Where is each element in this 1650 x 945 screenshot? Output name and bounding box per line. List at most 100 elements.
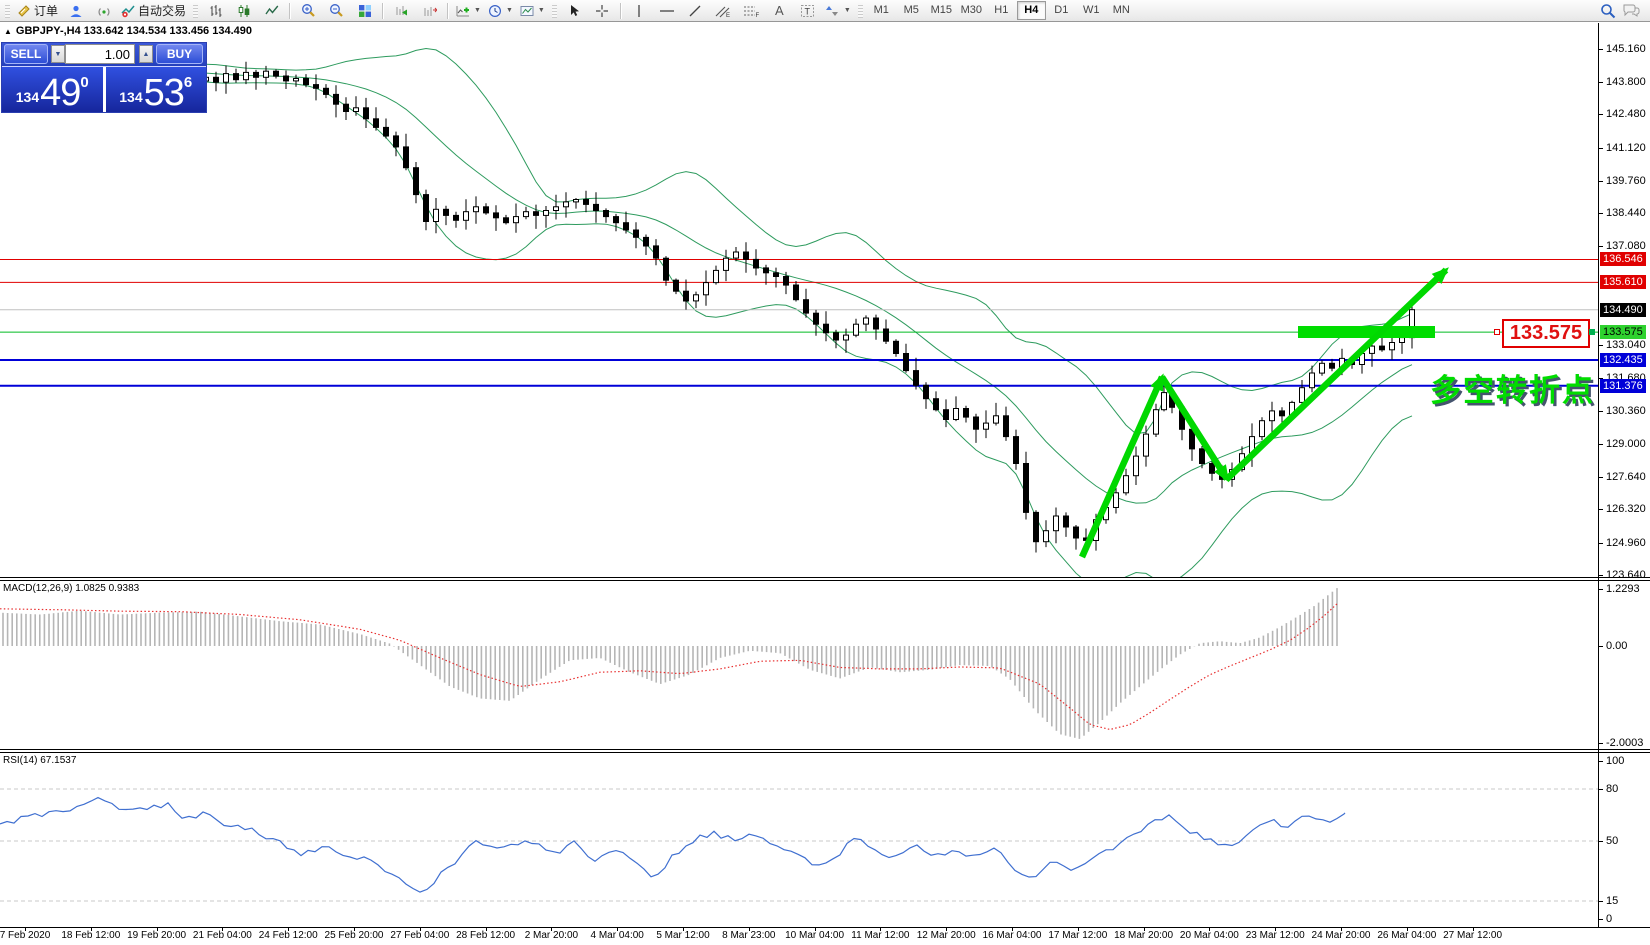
- zoom-in-button[interactable]: [295, 0, 322, 21]
- text-label-tool-button[interactable]: T: [794, 0, 821, 21]
- timeframe-W1[interactable]: W1: [1077, 1, 1106, 20]
- buy-price-box[interactable]: 134 53 6: [106, 67, 207, 112]
- timeframe-H4[interactable]: H4: [1017, 1, 1046, 20]
- signal-button[interactable]: [90, 0, 117, 21]
- toolbar-grip[interactable]: [5, 3, 10, 18]
- zoom-out-button[interactable]: [323, 0, 350, 21]
- pane-separator[interactable]: [0, 752, 1650, 753]
- time-label: 18 Mar 20:00: [1114, 930, 1173, 941]
- trendline-tool-button[interactable]: [682, 0, 709, 21]
- dropdown-caret-icon: ▼: [474, 7, 481, 14]
- crosshair-icon: [595, 4, 609, 18]
- periods-button[interactable]: ▼: [485, 0, 516, 21]
- autoscroll-button[interactable]: [388, 0, 415, 21]
- price-tick-mark: [1598, 411, 1603, 412]
- channel-tool-button[interactable]: E: [710, 0, 737, 21]
- price-tick-mark: [1598, 82, 1603, 83]
- timeframe-M30[interactable]: M30: [957, 1, 986, 20]
- annotation-text-cn[interactable]: 多空转折点: [1430, 365, 1595, 410]
- timeframe-MN[interactable]: MN: [1107, 1, 1136, 20]
- vline-tool-button[interactable]: [626, 0, 653, 21]
- price-tick-label: 141.120: [1606, 142, 1646, 154]
- price-axis-border: [1598, 23, 1599, 927]
- text-tool-button[interactable]: A: [766, 0, 793, 21]
- price-tick-label: 123.640: [1606, 569, 1646, 581]
- price-tick-label: 126.320: [1606, 503, 1646, 515]
- tile-windows-icon: [358, 4, 372, 18]
- fibonacci-tool-button[interactable]: F: [738, 0, 765, 21]
- volume-decrease-button[interactable]: ▼: [51, 45, 65, 63]
- macd-tick-label: 0.00: [1606, 640, 1627, 652]
- sell-price-box[interactable]: 134 49 0: [2, 67, 103, 112]
- profile-button[interactable]: [62, 0, 89, 21]
- price-tick-mark: [1598, 181, 1603, 182]
- new-order-button[interactable]: 订单: [14, 0, 61, 21]
- line-handle-icon[interactable]: [1494, 329, 1500, 335]
- line-chart-button[interactable]: [258, 0, 285, 21]
- equidistant-channel-icon: E: [715, 4, 731, 18]
- price-tick-label: 139.760: [1606, 175, 1646, 187]
- trend-arrows[interactable]: [1082, 270, 1446, 557]
- toolbar-grip[interactable]: [552, 3, 557, 18]
- rsi-pane-canvas[interactable]: [0, 752, 1598, 927]
- price-badge: 134.490: [1600, 303, 1646, 317]
- timeframe-M5[interactable]: M5: [897, 1, 926, 20]
- volume-input[interactable]: [65, 44, 135, 64]
- timeframe-H1[interactable]: H1: [987, 1, 1016, 20]
- mt4-window: 订单 自动交易: [0, 0, 1650, 945]
- tile-windows-button[interactable]: [351, 0, 378, 21]
- hline-tool-button[interactable]: [654, 0, 681, 21]
- price-tick-label: 124.960: [1606, 537, 1646, 549]
- vertical-line-icon: [633, 4, 645, 18]
- pane-separator[interactable]: [0, 749, 1650, 750]
- timeframe-D1[interactable]: D1: [1047, 1, 1076, 20]
- search-icon[interactable]: [1600, 3, 1616, 19]
- cursor-tool-button[interactable]: [561, 0, 588, 21]
- time-label: 5 Mar 12:00: [656, 930, 709, 941]
- price-tick-mark: [1598, 543, 1603, 544]
- timeframe-M15[interactable]: M15: [927, 1, 956, 20]
- price-level-label[interactable]: 133.575: [1502, 319, 1590, 348]
- autotrading-button[interactable]: 自动交易: [118, 0, 189, 21]
- crosshair-tool-button[interactable]: [589, 0, 616, 21]
- pane-separator[interactable]: [0, 577, 1650, 578]
- timeframe-M1[interactable]: M1: [867, 1, 896, 20]
- time-label: 24 Feb 12:00: [259, 930, 318, 941]
- macd-tick-mark: [1598, 589, 1603, 590]
- indicators-button[interactable]: ▼: [453, 0, 484, 21]
- time-label: 12 Mar 20:00: [917, 930, 976, 941]
- rsi-tick-label: 80: [1606, 783, 1618, 795]
- profile-icon: [69, 4, 83, 18]
- chat-icon[interactable]: [1622, 3, 1640, 18]
- svg-text:E: E: [726, 13, 730, 18]
- toolbar-grip[interactable]: [193, 3, 198, 18]
- bar-chart-button[interactable]: [202, 0, 229, 21]
- arrows-tool-button[interactable]: ▼: [822, 0, 854, 21]
- rsi-tick-mark: [1598, 789, 1603, 790]
- price-badge: 132.435: [1600, 353, 1646, 367]
- price-badge: 136.546: [1600, 252, 1646, 266]
- rsi-tick-mark: [1598, 761, 1603, 762]
- sell-button[interactable]: SELL: [4, 44, 48, 64]
- buy-button[interactable]: BUY: [156, 44, 203, 64]
- pane-separator[interactable]: [0, 580, 1650, 581]
- candle-chart-button[interactable]: [230, 0, 257, 21]
- rsi-tick-mark: [1598, 919, 1603, 920]
- time-label: 27 Mar 12:00: [1443, 930, 1502, 941]
- volume-increase-button[interactable]: ▲: [139, 45, 153, 63]
- time-label: 19 Feb 20:00: [127, 930, 186, 941]
- chart-title-text: GBPJPY-,H4 133.642 134.534 133.456 134.4…: [16, 25, 252, 37]
- toolbar-grip[interactable]: [858, 3, 863, 18]
- chart-shift-icon: [423, 4, 437, 18]
- svg-text:T: T: [804, 6, 810, 16]
- one-click-trading-panel: SELL ▼ ▲ BUY 134 49 0 134 53 6: [1, 42, 207, 113]
- chart-shift-button[interactable]: [416, 0, 443, 21]
- support-zone-bar[interactable]: [1298, 326, 1435, 338]
- timeframe-group: M1M5M15M30H1H4D1W1MN: [867, 1, 1136, 20]
- line-handle-icon[interactable]: [1589, 329, 1595, 335]
- macd-pane-canvas[interactable]: [0, 580, 1598, 749]
- time-label: 10 Mar 04:00: [785, 930, 844, 941]
- price-chart-canvas[interactable]: [0, 23, 1598, 577]
- autoscroll-icon: [395, 4, 409, 18]
- templates-button[interactable]: ▼: [517, 0, 548, 21]
